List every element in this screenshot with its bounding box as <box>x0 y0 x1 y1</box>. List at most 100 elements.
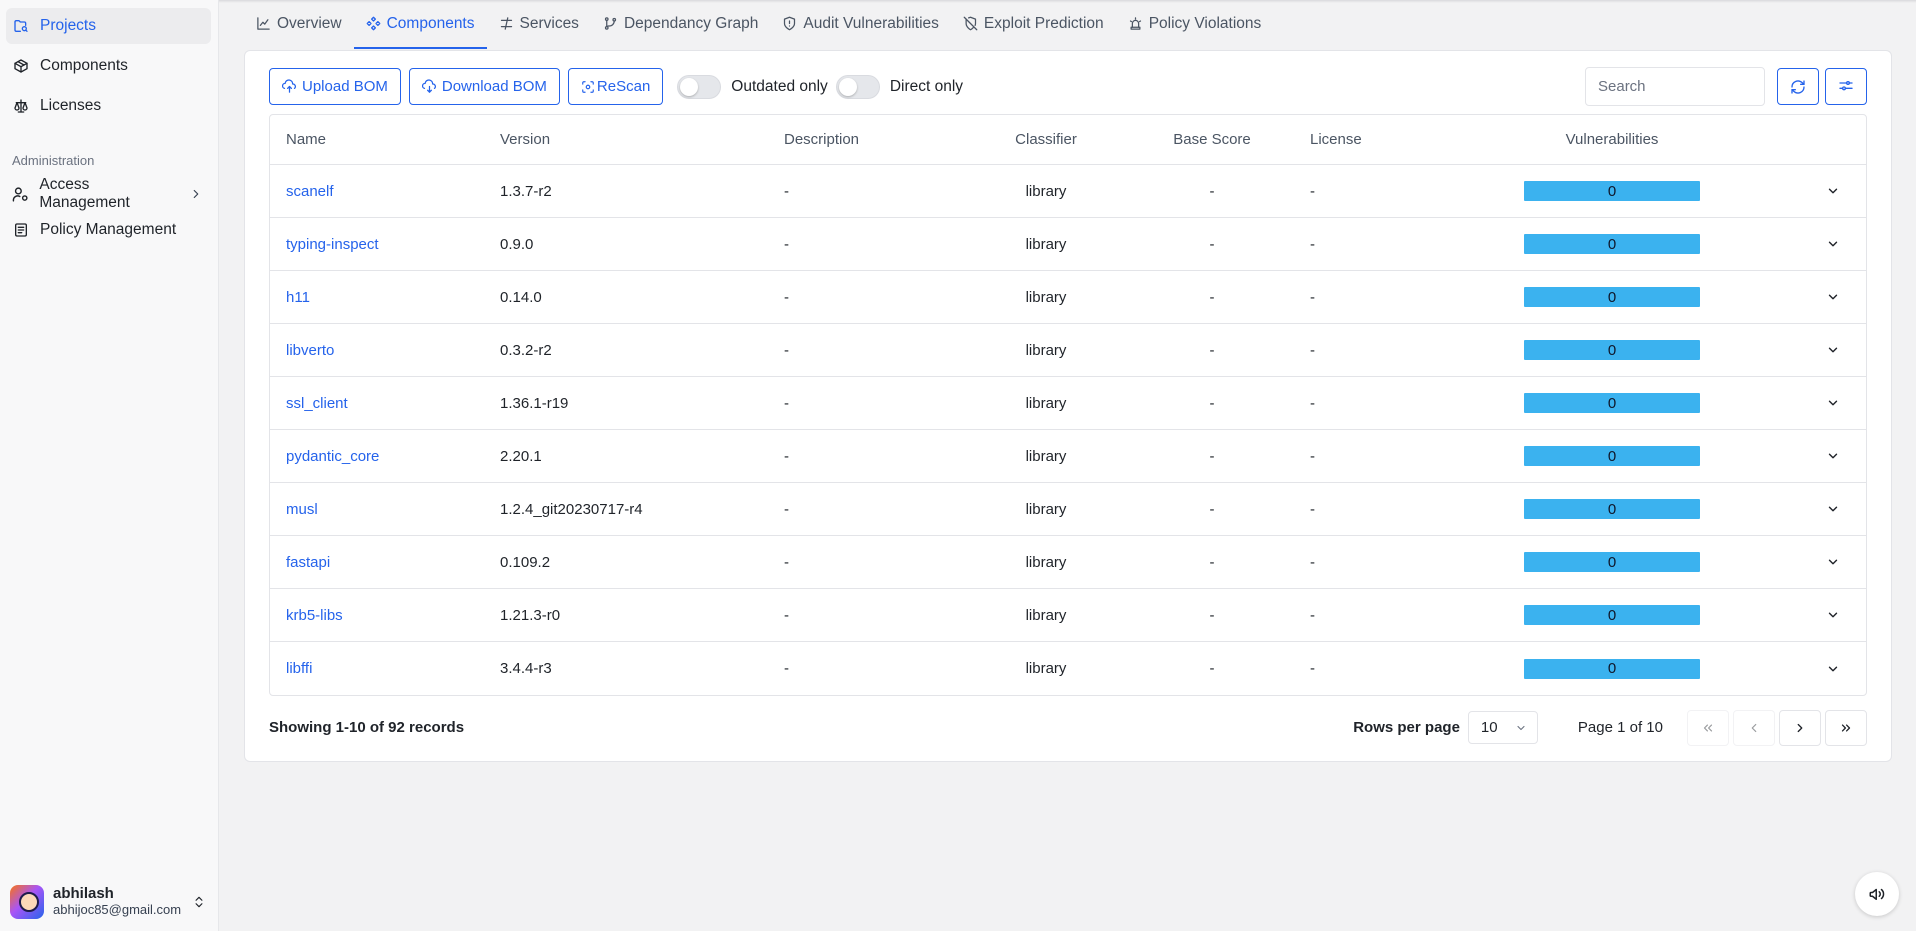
download-bom-label: Download BOM <box>441 78 547 95</box>
vulnerability-count-bar: 0 <box>1524 499 1700 519</box>
table-row: typing-inspect 0.9.0 - library - - 0 <box>270 218 1866 271</box>
component-version: 0.3.2-r2 <box>500 341 552 359</box>
component-name-link[interactable]: scanelf <box>286 183 334 200</box>
table-row: libverto 0.3.2-r2 - library - - 0 <box>270 324 1866 377</box>
chevron-down-icon[interactable] <box>1826 555 1840 569</box>
chevron-down-icon[interactable] <box>1826 343 1840 357</box>
vulnerability-count-bar: 0 <box>1524 181 1700 201</box>
search-input[interactable] <box>1585 67 1765 106</box>
user-cog-icon <box>12 185 29 203</box>
component-description: - <box>784 288 789 306</box>
outdated-only-toggle[interactable] <box>677 74 722 99</box>
chevron-down-icon[interactable] <box>1826 502 1840 516</box>
rows-per-page-select[interactable]: 10 <box>1467 711 1538 744</box>
component-name-link[interactable]: krb5-libs <box>286 607 343 624</box>
vulnerability-count-bar: 0 <box>1524 605 1700 625</box>
chevron-down-icon[interactable] <box>1826 662 1840 676</box>
chevron-down-icon[interactable] <box>1826 396 1840 410</box>
chevron-right-icon <box>189 187 203 201</box>
tab-label: Audit Vulnerabilities <box>803 14 939 32</box>
user-menu[interactable]: abhilash abhijoc85@gmail.com <box>10 884 206 920</box>
tab-policy-violations[interactable]: Policy Violations <box>1116 0 1274 49</box>
header-version[interactable]: Version <box>500 115 550 164</box>
component-classifier: library <box>1025 606 1067 624</box>
chart-line-icon <box>256 16 271 31</box>
package-icon <box>12 57 30 75</box>
first-page-button[interactable] <box>1687 709 1729 746</box>
component-classifier: library <box>1025 341 1067 359</box>
component-description: - <box>784 235 789 253</box>
component-classifier: library <box>1025 553 1067 571</box>
tab-audit-vulnerabilities[interactable]: Audit Vulnerabilities <box>770 0 951 49</box>
component-name-link[interactable]: ssl_client <box>286 395 348 412</box>
table-row: scanelf 1.3.7-r2 - library - - 0 <box>270 165 1866 218</box>
component-license: - <box>1310 606 1315 624</box>
sidebar-item-access-management[interactable]: Access Management <box>6 176 211 212</box>
chevron-down-icon[interactable] <box>1826 290 1840 304</box>
component-version: 1.3.7-r2 <box>500 182 552 200</box>
avatar <box>10 885 44 919</box>
component-classifier: library <box>1025 447 1067 465</box>
refresh-icon <box>1790 79 1806 95</box>
chevron-down-icon[interactable] <box>1826 184 1840 198</box>
component-version: 3.4.4-r3 <box>500 660 552 677</box>
sidebar-item-components[interactable]: Components <box>6 48 211 84</box>
announcements-button[interactable] <box>1855 872 1899 916</box>
component-name-link[interactable]: pydantic_core <box>286 448 379 465</box>
column-settings-button[interactable] <box>1825 68 1867 105</box>
component-classifier: library <box>1025 660 1067 677</box>
header-vulnerabilities[interactable]: Vulnerabilities <box>1524 115 1700 164</box>
chevrons-left-icon <box>1701 721 1715 735</box>
chevron-left-icon <box>1747 721 1761 735</box>
component-name-link[interactable]: fastapi <box>286 554 330 571</box>
component-description: - <box>784 553 789 571</box>
header-base-score[interactable]: Base Score <box>1152 115 1272 164</box>
refresh-button[interactable] <box>1777 68 1819 105</box>
last-page-button[interactable] <box>1825 709 1867 746</box>
tab-exploit-prediction[interactable]: Exploit Prediction <box>951 0 1116 49</box>
component-name-link[interactable]: h11 <box>286 289 310 306</box>
chevron-down-icon[interactable] <box>1826 608 1840 622</box>
rescan-label: ReScan <box>596 78 651 95</box>
header-classifier[interactable]: Classifier <box>986 115 1106 164</box>
component-base-score: - <box>1209 288 1215 306</box>
rescan-button[interactable]: ReScan <box>567 68 664 105</box>
component-license: - <box>1310 553 1315 571</box>
component-name-link[interactable]: typing-inspect <box>286 236 379 253</box>
component-name-link[interactable]: musl <box>286 501 318 518</box>
header-description[interactable]: Description <box>784 115 859 164</box>
git-graph-icon <box>603 16 618 31</box>
upload-bom-button[interactable]: Upload BOM <box>269 68 401 105</box>
previous-page-button[interactable] <box>1733 709 1775 746</box>
shield-icon <box>782 16 797 31</box>
tab-overview[interactable]: Overview <box>244 0 354 49</box>
component-classifier: library <box>1025 288 1067 306</box>
components-icon <box>366 16 381 31</box>
component-base-score: - <box>1209 553 1215 571</box>
next-page-button[interactable] <box>1779 709 1821 746</box>
sidebar-item-licenses[interactable]: Licenses <box>6 88 211 124</box>
header-license[interactable]: License <box>1310 115 1362 164</box>
download-bom-button[interactable]: Download BOM <box>408 68 560 105</box>
tab-dependancy-graph[interactable]: Dependancy Graph <box>591 0 770 49</box>
sidebar-item-label: Components <box>40 57 128 74</box>
chevrons-up-down-icon[interactable] <box>192 895 206 909</box>
tab-components[interactable]: Components <box>353 0 487 49</box>
tab-bar: Overview Components Services Dependancy … <box>244 0 1273 49</box>
component-base-score: - <box>1209 660 1215 677</box>
tab-label: Overview <box>277 14 342 32</box>
component-name-link[interactable]: libverto <box>286 342 334 359</box>
outdated-only-filter: Outdated only <box>677 74 828 99</box>
chevron-down-icon[interactable] <box>1826 449 1840 463</box>
tab-services[interactable]: Services <box>487 0 591 49</box>
component-version: 1.21.3-r0 <box>500 606 561 624</box>
header-name[interactable]: Name <box>286 115 326 164</box>
chevron-down-icon[interactable] <box>1826 237 1840 251</box>
direct-only-toggle[interactable] <box>835 74 880 99</box>
components-table: Name Version Description Classifier Base… <box>269 114 1867 696</box>
component-name-link[interactable]: libffi <box>286 660 312 677</box>
sidebar-item-policy-management[interactable]: Policy Management <box>6 212 211 248</box>
sidebar-item-projects[interactable]: Projects <box>6 8 211 44</box>
component-license: - <box>1310 288 1315 306</box>
component-license: - <box>1310 447 1315 465</box>
